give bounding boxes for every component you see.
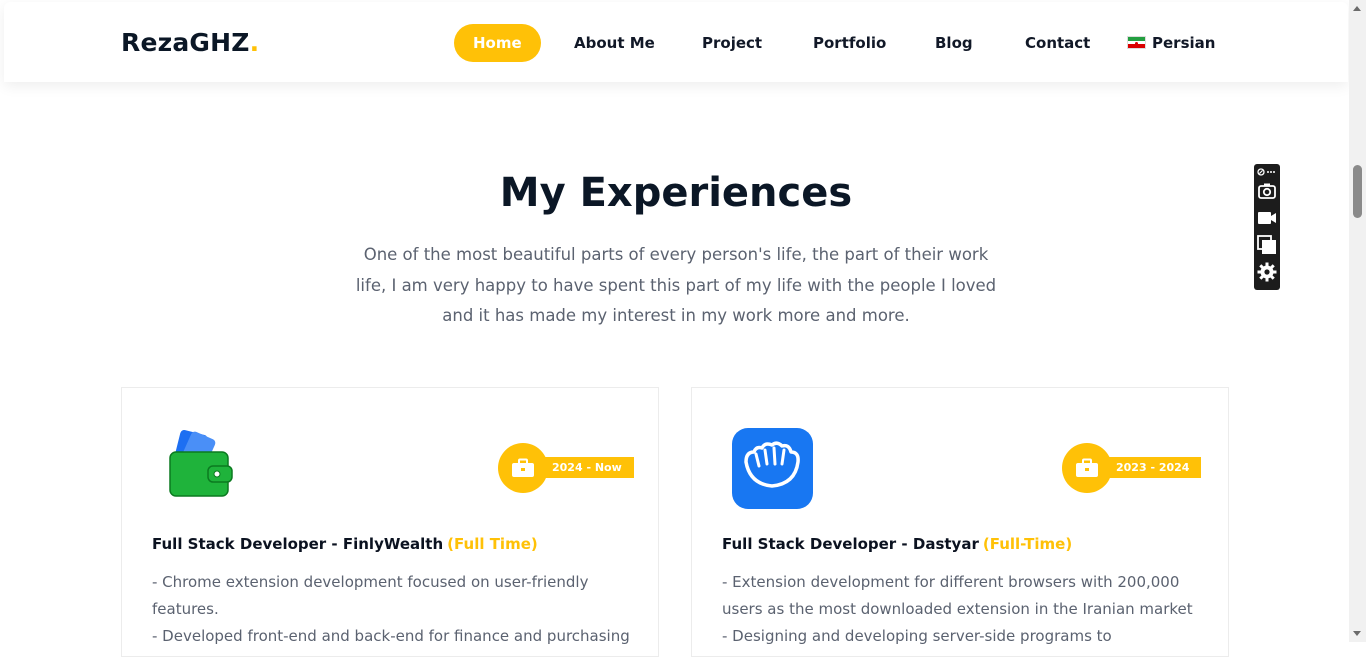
nav-home-link[interactable]: Home xyxy=(454,24,541,62)
scrollbar-thumb[interactable] xyxy=(1353,165,1362,218)
job-title-text: Full Stack Developer - Dastyar xyxy=(722,535,979,553)
period-label: 2024 - Now xyxy=(536,457,634,478)
brand-dot: . xyxy=(249,28,260,57)
language-switcher[interactable]: Persian xyxy=(1127,24,1215,62)
description-line: features. xyxy=(152,600,219,618)
description-line: users as the most downloaded extension i… xyxy=(722,600,1193,618)
nav-contact-link[interactable]: Contact xyxy=(1025,24,1090,62)
experience-card: 2024 - Now Full Stack Developer - FinlyW… xyxy=(121,387,659,657)
capture-toolbar xyxy=(1254,164,1280,290)
employment-type: (Full Time) xyxy=(447,535,538,553)
nav-blog-link[interactable]: Blog xyxy=(935,24,973,62)
description-line: life, I am very happy to have spent this… xyxy=(355,275,997,295)
job-description: - Chrome extension development focused o… xyxy=(152,569,632,650)
nav-project-link[interactable]: Project xyxy=(702,24,762,62)
description-line: One of the most beautiful parts of every… xyxy=(363,245,989,264)
section-description: One of the most beautiful parts of every… xyxy=(350,240,1002,332)
iran-flag-icon xyxy=(1127,36,1146,49)
section-title: My Experiences xyxy=(499,170,853,216)
briefcase-icon xyxy=(1076,458,1098,477)
scroll-down-arrow-icon[interactable] xyxy=(1353,631,1361,636)
gear-icon[interactable] xyxy=(1257,262,1277,282)
dastyar-hand-icon xyxy=(732,428,813,509)
description-line: - Chrome extension development focused o… xyxy=(152,573,589,591)
camera-icon[interactable] xyxy=(1257,181,1277,201)
nav-portfolio-link[interactable]: Portfolio xyxy=(813,24,886,62)
extension-icon[interactable] xyxy=(1257,167,1277,177)
description-line: - Designing and developing server-side p… xyxy=(722,627,1112,645)
language-label: Persian xyxy=(1152,34,1216,52)
wallet-icon xyxy=(169,430,233,497)
scroll-up-arrow-icon[interactable] xyxy=(1353,6,1361,11)
description-line: - Developed front-end and back-end for f… xyxy=(152,627,630,645)
briefcase-icon xyxy=(512,458,534,477)
page-scrollbar[interactable] xyxy=(1349,0,1366,642)
job-description: - Extension development for different br… xyxy=(722,569,1202,650)
video-icon[interactable] xyxy=(1257,208,1277,228)
brand-name: RezaGHZ xyxy=(121,28,250,57)
job-title: Full Stack Developer - FinlyWealth (Full … xyxy=(152,535,538,553)
nav-about-link[interactable]: About Me xyxy=(574,24,655,62)
brand-logo[interactable]: RezaGHZ. xyxy=(121,28,259,57)
description-line: and it has made my interest in my work m… xyxy=(442,306,910,325)
experience-card: 2023 - 2024 Full Stack Developer - Dasty… xyxy=(691,387,1229,657)
description-line: - Extension development for different br… xyxy=(722,573,1180,591)
top-navbar: RezaGHZ. Home About Me Project Portfolio… xyxy=(4,2,1348,82)
job-title-text: Full Stack Developer - FinlyWealth xyxy=(152,535,444,553)
period-label: 2023 - 2024 xyxy=(1100,457,1202,478)
job-title: Full Stack Developer - Dastyar (Full-Time… xyxy=(722,535,1072,553)
employment-type: (Full-Time) xyxy=(982,535,1073,553)
window-icon[interactable] xyxy=(1257,235,1277,255)
